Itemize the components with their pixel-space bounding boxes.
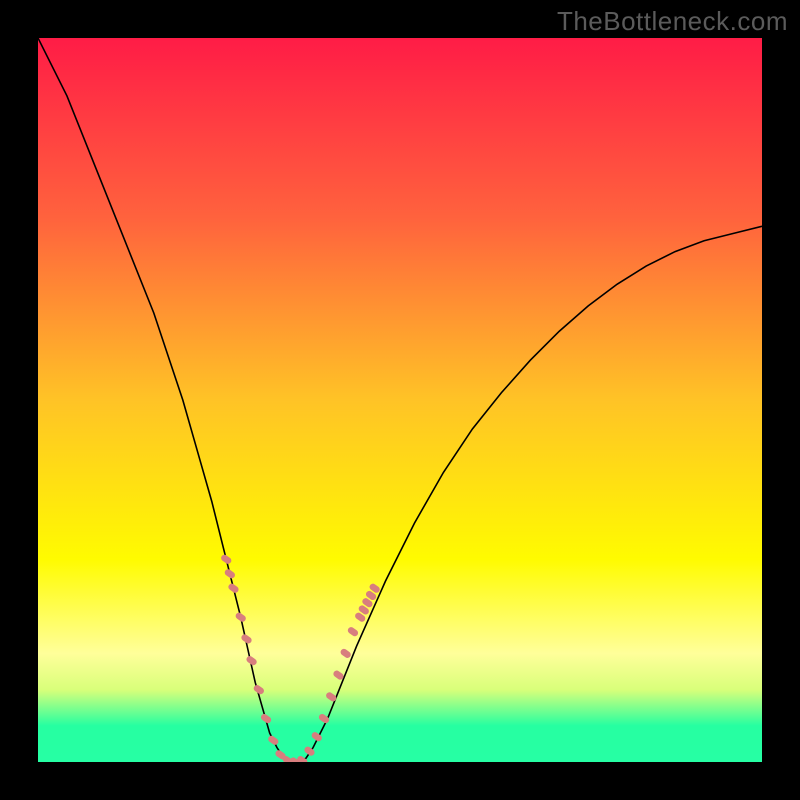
watermark-text: TheBottleneck.com	[557, 6, 788, 37]
chart-background	[38, 38, 762, 762]
plot-area	[38, 38, 762, 762]
chart-svg	[38, 38, 762, 762]
